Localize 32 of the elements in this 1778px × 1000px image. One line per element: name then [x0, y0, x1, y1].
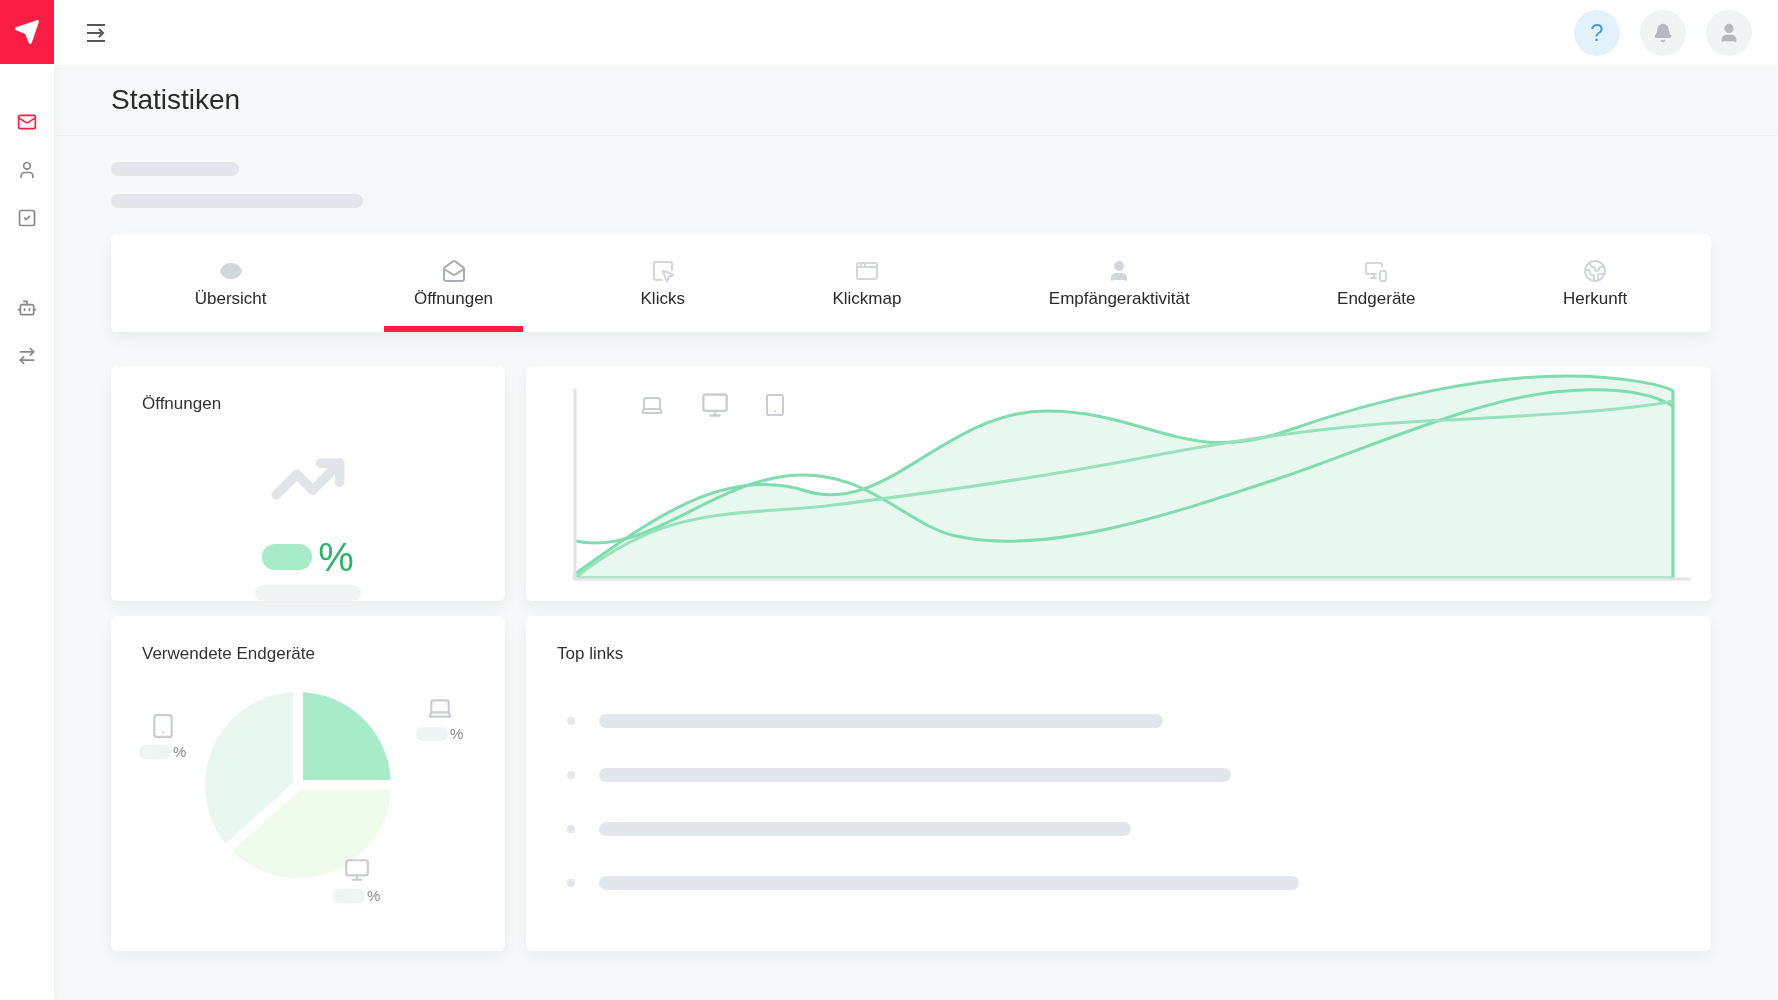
tab-icon	[1583, 259, 1608, 283]
percent-value: %	[173, 743, 187, 760]
percent-value: %	[450, 725, 464, 742]
tab-icon	[650, 259, 675, 283]
list-dot	[567, 771, 575, 779]
percent-value: %	[367, 887, 381, 904]
tab[interactable]: Übersicht	[164, 234, 297, 332]
laptop-icon	[642, 398, 662, 413]
tab[interactable]: Klickmap	[802, 234, 932, 332]
tab[interactable]: Klicks	[610, 234, 715, 332]
tab[interactable]: Endgeräte	[1307, 234, 1446, 332]
card-title: Verwendete Endgeräte	[142, 644, 315, 664]
list-dot	[567, 879, 575, 887]
monitor-icon	[703, 394, 727, 416]
bell-icon[interactable]	[1640, 9, 1686, 56]
list-dot	[567, 825, 575, 833]
card-title: Öffnungen	[142, 394, 222, 414]
user-avatar-icon[interactable]	[1706, 9, 1752, 56]
tab-icon	[1364, 259, 1389, 283]
tab[interactable]: Empfängeraktivität	[1018, 234, 1220, 332]
tab-icon	[441, 259, 466, 283]
tablet-icon	[767, 395, 783, 415]
tab[interactable]: Herkunft	[1532, 234, 1658, 332]
device-icon	[343, 857, 370, 883]
tab[interactable]: Öffnungen	[384, 234, 524, 332]
tab-icon	[854, 259, 879, 283]
logo[interactable]	[0, 0, 54, 64]
skeleton-bar	[262, 544, 313, 570]
list-dot	[567, 717, 575, 725]
card-title: Top links	[557, 644, 624, 664]
percent-value: %	[318, 537, 354, 577]
page-title: Statistiken	[111, 84, 241, 116]
